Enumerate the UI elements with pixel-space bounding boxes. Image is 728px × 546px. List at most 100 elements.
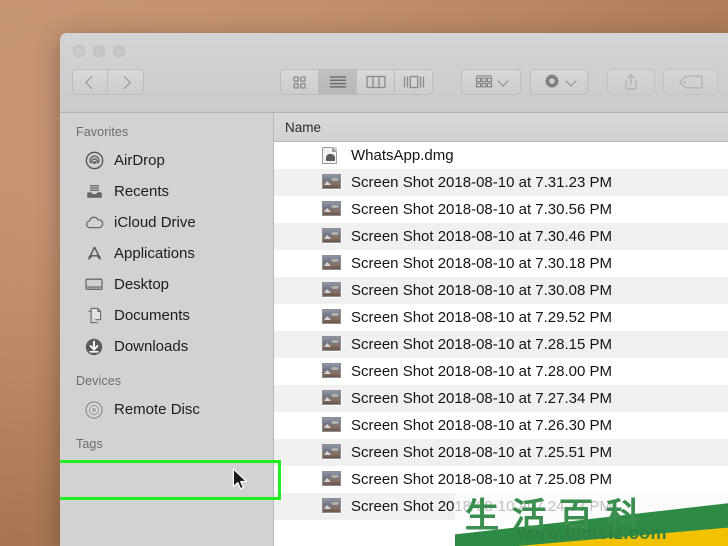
file-name: Screen Shot 2018-08-10 at 7.26.30 PM	[351, 417, 613, 434]
column-view-button[interactable]	[357, 70, 395, 94]
file-name: Screen Shot 2018-08-10 at 7.25.51 PM	[351, 444, 613, 461]
chevron-left-icon	[85, 75, 98, 89]
file-row[interactable]: WhatsApp.dmg	[274, 142, 728, 169]
file-row[interactable]: Screen Shot 2018-08-10 at 7.30.46 PM	[274, 223, 728, 250]
downloads-icon	[83, 336, 105, 358]
file-row[interactable]: Screen Shot 2018-08-10 at 7.30.08 PM	[274, 277, 728, 304]
window-body: Favorites AirDrop Recents iCloud Drive A…	[60, 113, 728, 546]
applications-icon	[83, 243, 105, 265]
list-view-button[interactable]	[319, 70, 357, 94]
watermark-url: www.bimeiz.com	[517, 523, 667, 543]
png-icon	[322, 174, 341, 191]
file-row[interactable]: Screen Shot 2018-08-10 at 7.31.23 PM	[274, 169, 728, 196]
sidebar-item-desktop[interactable]: Desktop	[60, 269, 273, 300]
sidebar-item-downloads[interactable]: Downloads	[60, 331, 273, 362]
finder-window: Favorites AirDrop Recents iCloud Drive A…	[60, 33, 728, 546]
png-icon	[322, 255, 341, 272]
back-button[interactable]	[72, 69, 108, 95]
sidebar-item-applications[interactable]: Applications	[60, 238, 273, 269]
file-row[interactable]: Screen Shot 2018-08-10 at 7.30.18 PM	[274, 250, 728, 277]
file-rows: WhatsApp.dmg Screen Shot 2018-08-10 at 7.…	[274, 142, 728, 520]
sidebar-item-label: Remote Disc	[114, 401, 200, 418]
grid-icon	[293, 75, 306, 89]
file-row[interactable]: Screen Shot 2018-08-10 at 7.29.52 PM	[274, 304, 728, 331]
file-name: Screen Shot 2018-08-10 at 7.27.34 PM	[351, 390, 613, 407]
window-titlebar	[60, 33, 728, 113]
column-header-row: Name	[274, 113, 728, 142]
sidebar-item-label: iCloud Drive	[114, 214, 196, 231]
sidebar-item-icloud-drive[interactable]: iCloud Drive	[60, 207, 273, 238]
png-icon	[322, 363, 341, 380]
png-icon	[322, 228, 341, 245]
recents-icon	[83, 181, 105, 203]
sidebar: Favorites AirDrop Recents iCloud Drive A…	[60, 113, 281, 546]
arrange-by-button[interactable]	[461, 69, 521, 95]
file-name: Screen Shot 2018-08-10 at 7.28.15 PM	[351, 336, 613, 353]
sidebar-item-label: AirDrop	[114, 152, 165, 169]
traffic-light-group	[73, 45, 125, 57]
sidebar-item-label: Applications	[114, 245, 195, 262]
gallery-icon	[403, 75, 424, 89]
file-name: Screen Shot 2018-08-10 at 7.30.08 PM	[351, 282, 613, 299]
desktop-icon	[83, 274, 105, 296]
file-name: WhatsApp.dmg	[351, 147, 454, 164]
file-row[interactable]: Screen Shot 2018-08-10 at 7.26.30 PM	[274, 412, 728, 439]
minimize-window-button[interactable]	[93, 45, 105, 57]
sidebar-item-airdrop[interactable]: AirDrop	[60, 145, 273, 176]
tag-icon	[678, 75, 703, 89]
dmg-icon	[322, 147, 341, 164]
mouse-cursor	[232, 468, 250, 497]
png-icon	[322, 309, 341, 326]
airdrop-icon	[83, 150, 105, 172]
action-menu-button[interactable]	[530, 69, 588, 95]
sidebar-item-label: Recents	[114, 183, 170, 200]
share-button[interactable]	[607, 69, 655, 95]
file-row[interactable]: Screen Shot 2018-08-10 at 7.25.51 PM	[274, 439, 728, 466]
png-icon	[322, 336, 341, 353]
png-icon	[322, 444, 341, 461]
group-items-icon	[475, 75, 493, 88]
gallery-view-button[interactable]	[395, 70, 432, 94]
file-list-pane: Name WhatsApp.dmg Screen Shot 2018-08-10 …	[273, 113, 728, 546]
documents-icon	[83, 305, 105, 327]
icon-view-button[interactable]	[281, 70, 319, 94]
remote-disc-icon	[83, 399, 105, 421]
png-icon	[322, 498, 341, 515]
sidebar-item-recents[interactable]: Recents	[60, 176, 273, 207]
view-switcher	[280, 69, 433, 95]
chevron-down-icon	[565, 74, 577, 87]
icloud-icon	[83, 212, 105, 234]
file-name: Screen Shot 2018-08-10 at 7.30.18 PM	[351, 255, 613, 272]
png-icon	[322, 390, 341, 407]
list-lines-icon	[329, 76, 346, 88]
sidebar-item-label: Documents	[114, 307, 190, 324]
close-window-button[interactable]	[73, 45, 85, 57]
file-row[interactable]: Screen Shot 2018-08-10 at 7.28.15 PM	[274, 331, 728, 358]
chevron-down-icon	[497, 74, 509, 87]
gear-icon	[544, 73, 560, 89]
sidebar-item-label: Downloads	[114, 338, 189, 355]
navigation-buttons	[72, 69, 144, 95]
file-name: Screen Shot 2018-08-10 at 7.29.52 PM	[351, 309, 613, 326]
sidebar-item-remote-disc[interactable]: Remote Disc	[60, 394, 273, 425]
sidebar-section-tags-header: Tags	[76, 437, 103, 451]
forward-button[interactable]	[108, 69, 144, 95]
edit-tags-button[interactable]	[663, 69, 718, 95]
file-name: Screen Shot 2018-08-10 at 7.28.00 PM	[351, 363, 613, 380]
png-icon	[322, 471, 341, 488]
watermark: 生活百科 www.bimeiz.com	[455, 485, 728, 546]
png-icon	[322, 282, 341, 299]
file-row[interactable]: Screen Shot 2018-08-10 at 7.28.00 PM	[274, 358, 728, 385]
png-icon	[322, 417, 341, 434]
file-row[interactable]: Screen Shot 2018-08-10 at 7.27.34 PM	[274, 385, 728, 412]
file-row[interactable]: Screen Shot 2018-08-10 at 7.30.56 PM	[274, 196, 728, 223]
column-header-name[interactable]: Name	[285, 120, 321, 135]
chevron-right-icon	[117, 75, 131, 89]
file-name: Screen Shot 2018-08-10 at 7.30.46 PM	[351, 228, 613, 245]
png-icon	[322, 201, 341, 218]
maximize-window-button[interactable]	[113, 45, 125, 57]
sidebar-item-documents[interactable]: Documents	[60, 300, 273, 331]
file-name: Screen Shot 2018-08-10 at 7.31.23 PM	[351, 174, 613, 191]
file-name: Screen Shot 2018-08-10 at 7.30.56 PM	[351, 201, 613, 218]
